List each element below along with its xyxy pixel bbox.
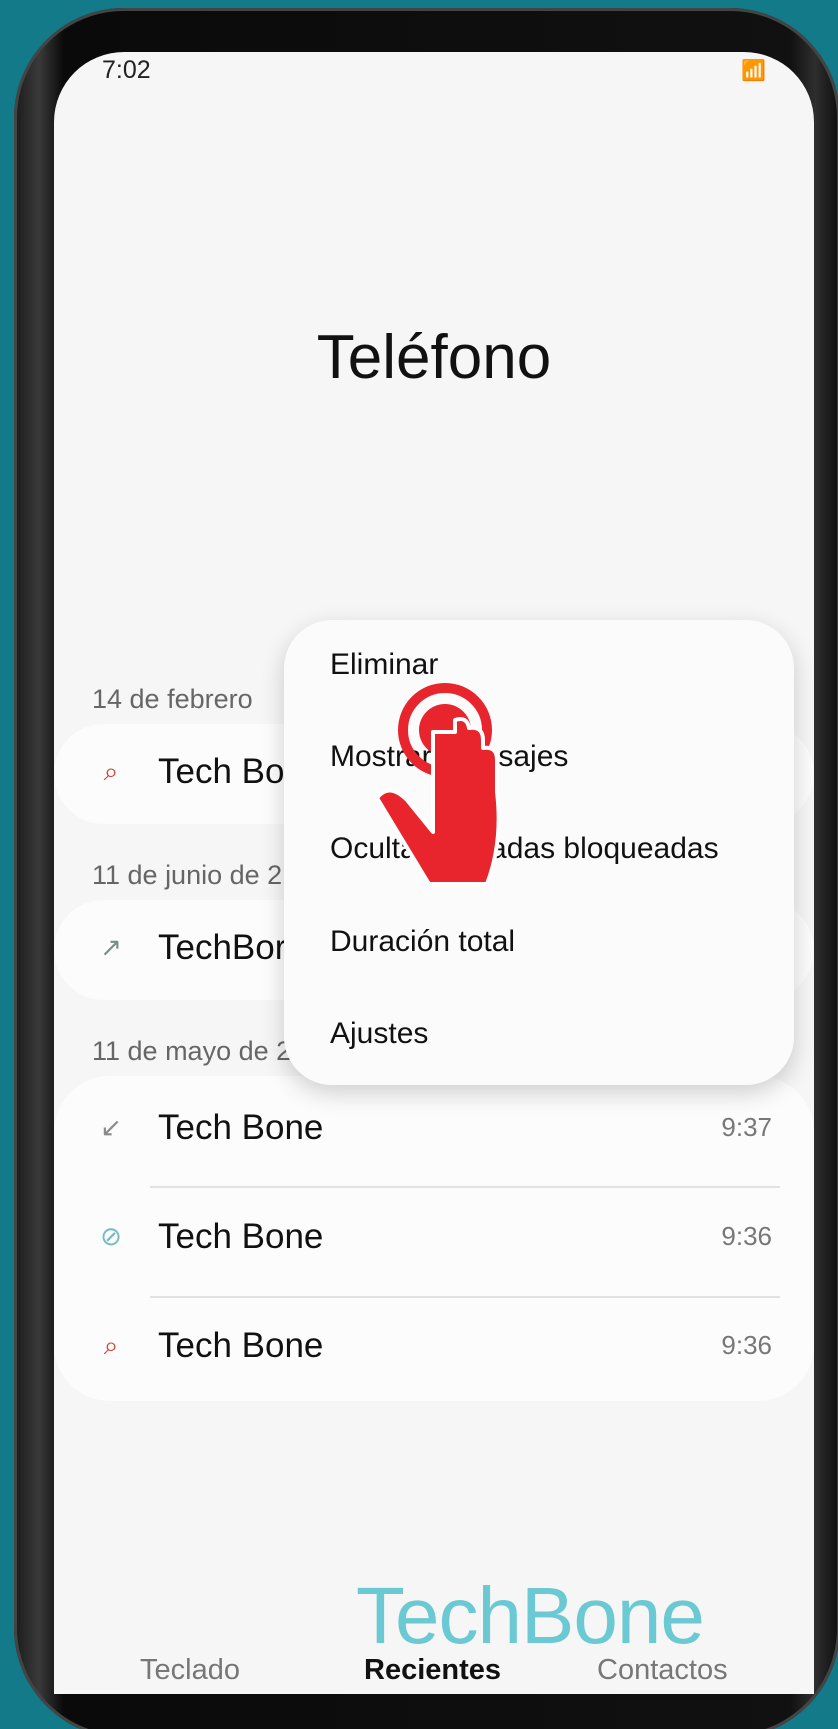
status-time: 7:02 xyxy=(102,56,151,84)
call-list-card: ↙ Tech Bone 9:37 ⊘ Tech Bone 9:36 ⌕ Tech… xyxy=(54,1076,814,1401)
call-row[interactable]: ⌕ Tech Bone 9:36 xyxy=(54,1298,814,1398)
status-icons: 📶 xyxy=(741,58,768,83)
call-row[interactable]: ↙ Tech Bone 9:37 xyxy=(54,1080,814,1180)
outgoing-call-icon: ↗ xyxy=(100,932,122,962)
blocked-call-icon: ⊘ xyxy=(100,1221,122,1251)
menu-item-ajustes[interactable]: Ajustes xyxy=(330,1017,428,1051)
page-title: Teléfono xyxy=(316,323,552,392)
call-contact-name: Tech Bo xyxy=(158,752,285,791)
wifi-icon: 📶 xyxy=(741,60,768,82)
call-row[interactable]: ⊘ Tech Bone 9:36 xyxy=(54,1189,814,1289)
call-contact-name: Tech Bone xyxy=(158,1108,324,1147)
call-contact-name: Tech Bone xyxy=(158,1217,324,1256)
call-contact-name: TechBor xyxy=(158,928,287,967)
call-time: 9:37 xyxy=(721,1112,772,1142)
missed-call-icon: ⌕ xyxy=(103,756,119,786)
call-time: 9:36 xyxy=(721,1330,772,1360)
section-date: 11 de junio de 2 xyxy=(92,860,283,890)
tab-teclado[interactable]: Teclado xyxy=(140,1654,240,1687)
techbone-watermark: TechBone xyxy=(356,1571,705,1660)
menu-item-duracion-total[interactable]: Duración total xyxy=(330,925,515,959)
tap-hand-icon xyxy=(375,683,501,886)
section-date: 14 de febrero xyxy=(92,684,253,714)
incoming-call-icon: ↙ xyxy=(100,1112,122,1142)
row-divider xyxy=(150,1186,780,1188)
call-time: 9:36 xyxy=(721,1221,772,1251)
call-contact-name: Tech Bone xyxy=(158,1326,324,1365)
missed-call-icon: ⌕ xyxy=(103,1330,119,1360)
